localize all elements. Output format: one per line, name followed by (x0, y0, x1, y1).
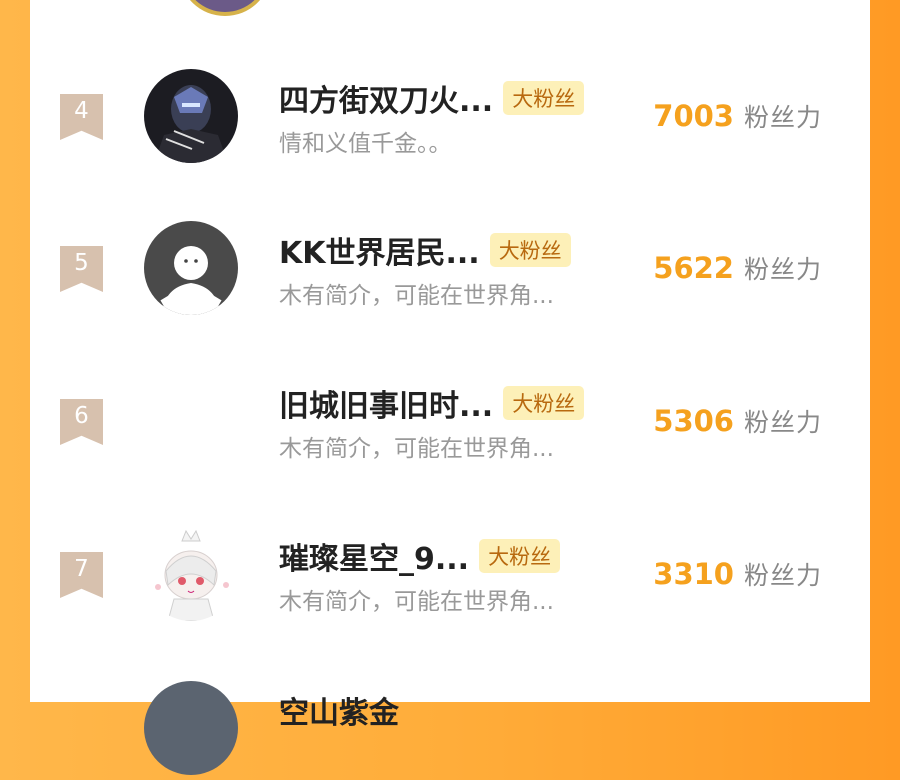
rank-badge: 6 (60, 399, 103, 445)
user-name[interactable]: 璀璨星空_9... (279, 534, 469, 578)
user-name[interactable]: KK世界居民... (279, 228, 480, 272)
user-bio: 木有简介，可能在世界角... (279, 436, 554, 462)
user-name[interactable]: 空山紫金 (279, 688, 399, 732)
default-avatar-icon (144, 221, 238, 315)
avatar[interactable] (144, 69, 238, 163)
user-name[interactable]: 旧城旧事旧时... (279, 381, 493, 425)
rank-badge: 4 (60, 94, 103, 140)
user-bio: 情和义值千金。。 (279, 131, 452, 157)
avatar[interactable] (144, 374, 238, 468)
fan-score-label: 粉丝力 (743, 408, 822, 437)
user-bio: 木有简介，可能在世界角... (279, 589, 554, 615)
fan-badge: 大粉丝 (479, 539, 561, 573)
fan-badge: 大粉丝 (503, 386, 585, 420)
user-bio: 木有简介，可能在世界角... (279, 283, 554, 309)
avatar[interactable] (144, 221, 238, 315)
fan-score: 5306 (653, 404, 734, 438)
list-item[interactable]: 4 四方街双刀火... 大粉丝 情和义值千金。。 7003 粉丝力 (30, 58, 870, 168)
avatar[interactable] (180, 0, 270, 16)
list-item[interactable]: 空山紫金 (30, 670, 870, 780)
fan-score: 3310 (653, 557, 734, 591)
fan-score-label: 粉丝力 (743, 103, 822, 132)
fan-badge: 大粉丝 (503, 81, 585, 115)
fan-score-label: 粉丝力 (743, 255, 822, 284)
list-item[interactable]: 5 KK世界居民... 大粉丝 木有简介，可能在世界角... 5622 粉丝力 (30, 210, 870, 320)
avatar[interactable] (144, 527, 238, 621)
rank-badge: 7 (60, 552, 103, 598)
fan-score: 7003 (653, 99, 734, 133)
avatar[interactable] (144, 681, 238, 775)
fan-score-label: 粉丝力 (743, 561, 822, 590)
anime-avatar-icon (144, 527, 238, 621)
hero-avatar-icon (144, 69, 238, 163)
list-item[interactable]: 7 璀璨星空_9... 大粉丝 木有简介，可能在世界角... 3310 粉丝力 (30, 516, 870, 626)
fan-score: 5622 (653, 251, 734, 285)
rank-badge: 5 (60, 246, 103, 292)
list-item[interactable]: 6 旧城旧事旧时... 大粉丝 木有简介，可能在世界角... 5306 粉丝力 (30, 363, 870, 473)
user-name[interactable]: 四方街双刀火... (279, 76, 493, 120)
fan-badge: 大粉丝 (489, 233, 571, 267)
leaderboard-panel: 4 四方街双刀火... 大粉丝 情和义值千金。。 7003 粉丝力 5 KK世界… (30, 0, 870, 775)
